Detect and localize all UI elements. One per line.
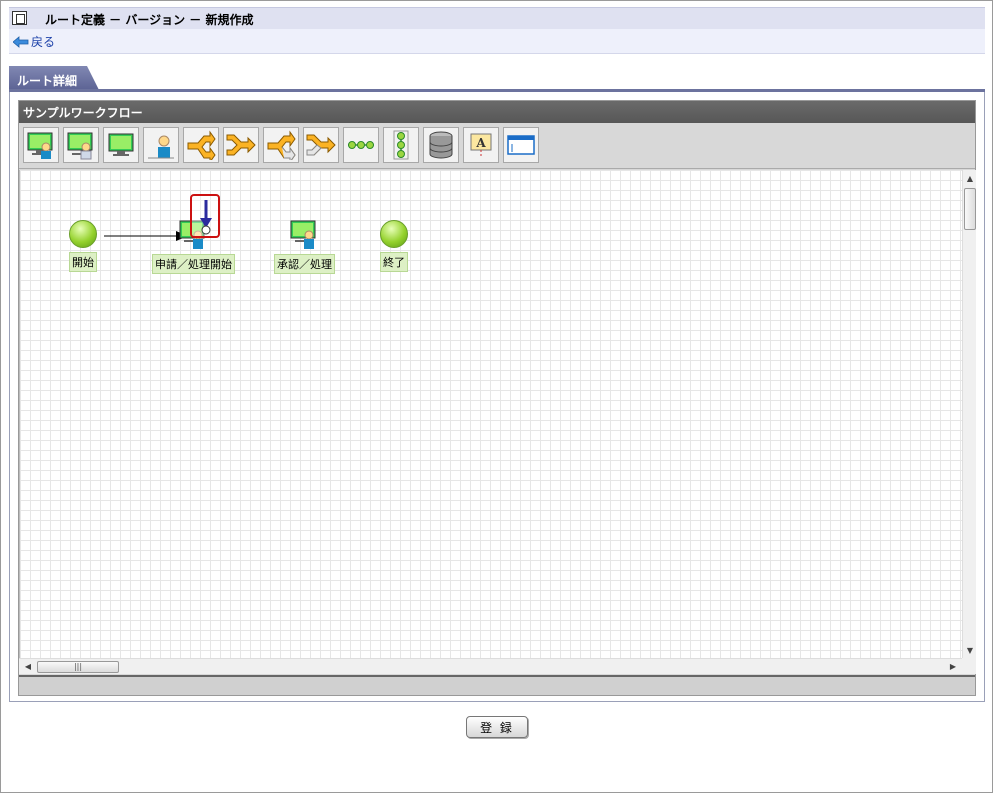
node-approve-label: 承認／処理 — [274, 254, 335, 274]
database-icon[interactable] — [423, 127, 459, 163]
start-node-icon — [69, 220, 97, 248]
horizontal-chain-icon[interactable] — [343, 127, 379, 163]
route-detail-panel: サンプルワークフロー A 開始 申請／処理開始 承認／処理 終了 ▲ ▼ ◀ |… — [9, 92, 985, 702]
drop-arrow-icon — [200, 200, 212, 235]
back-bar: 戻る — [9, 29, 985, 54]
register-button[interactable]: 登 録 — [466, 716, 528, 738]
workflow-editor: サンプルワークフロー A 開始 申請／処理開始 承認／処理 終了 ▲ ▼ ◀ |… — [18, 100, 976, 696]
window-frame: ルート定義 － バージョン － 新規作成 戻る ルート詳細 サンプルワークフロー — [0, 0, 993, 793]
user-task-icon[interactable] — [23, 127, 59, 163]
scroll-down-icon[interactable]: ▼ — [963, 644, 977, 658]
workflow-canvas[interactable]: 開始 申請／処理開始 承認／処理 終了 — [19, 170, 962, 658]
scroll-corner — [962, 658, 976, 674]
back-link[interactable]: 戻る — [13, 33, 55, 50]
svg-text:A: A — [475, 136, 486, 150]
node-start[interactable]: 開始 — [69, 220, 97, 272]
node-end[interactable]: 終了 — [380, 220, 408, 272]
page-title: ルート定義 － バージョン － 新規作成 — [45, 13, 254, 27]
node-end-label: 終了 — [380, 252, 408, 272]
title-bar: ルート定義 － バージョン － 新規作成 — [9, 7, 985, 29]
branch-split-icon[interactable] — [183, 127, 219, 163]
node-apply-label: 申請／処理開始 — [152, 254, 235, 274]
branch-merge-icon[interactable] — [223, 127, 259, 163]
node-start-label: 開始 — [69, 252, 97, 272]
back-label: 戻る — [31, 35, 56, 49]
window-icon[interactable] — [503, 127, 539, 163]
vertical-chain-icon[interactable] — [383, 127, 419, 163]
workflow-name: サンプルワークフロー — [19, 101, 975, 123]
branch-merge-gray-icon[interactable] — [303, 127, 339, 163]
end-node-icon — [380, 220, 408, 248]
horizontal-scroll-thumb[interactable]: ||| — [37, 661, 119, 673]
node-approve[interactable]: 承認／処理 — [274, 220, 335, 274]
page-icon — [12, 11, 27, 25]
vertical-scroll-thumb[interactable] — [964, 188, 976, 230]
tab-route-detail[interactable]: ルート詳細 — [9, 66, 99, 90]
editor-toolbar: A — [19, 123, 975, 169]
scroll-left-icon[interactable]: ◀ — [21, 659, 35, 675]
person-icon[interactable] — [143, 127, 179, 163]
user-task-alt-icon[interactable] — [63, 127, 99, 163]
horizontal-scrollbar[interactable]: ◀ ||| ▶ — [19, 658, 962, 674]
branch-split-gray-icon[interactable] — [263, 127, 299, 163]
monitor-task-icon[interactable] — [103, 127, 139, 163]
scroll-right-icon[interactable]: ▶ — [946, 659, 960, 675]
back-arrow-icon — [13, 35, 29, 48]
drag-highlight-box — [190, 194, 220, 238]
user-task-node-icon — [290, 220, 320, 250]
scroll-up-icon[interactable]: ▲ — [963, 172, 977, 186]
vertical-scrollbar[interactable]: ▲ ▼ — [962, 170, 976, 658]
text-label-icon[interactable]: A — [463, 127, 499, 163]
editor-status-bar — [19, 675, 975, 695]
